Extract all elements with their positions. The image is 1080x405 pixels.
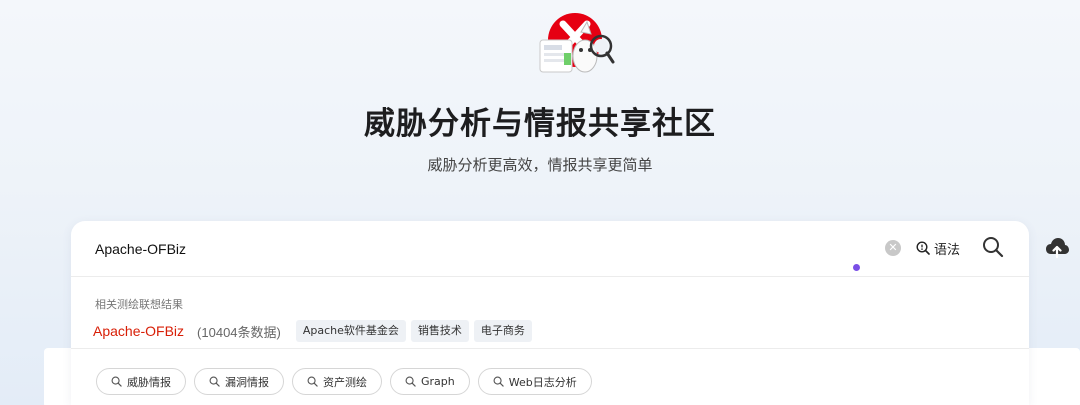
quick-link-threat-intel[interactable]: 威胁情报: [96, 368, 186, 395]
suggestion-heading: 相关测绘联想结果: [95, 298, 183, 311]
quick-link-vuln-intel[interactable]: 漏洞情报: [194, 368, 284, 395]
quick-links: 威胁情报 漏洞情报 资产测绘 Graph Web日志分析: [96, 368, 592, 395]
suggestion-count: (10404条数据): [197, 324, 281, 340]
search-icon: [493, 376, 504, 387]
search-icon: [307, 376, 318, 387]
quick-link-label: Graph: [421, 375, 455, 388]
syntax-label: 语法: [934, 242, 961, 258]
suggestion-tags: Apache软件基金会 销售技术 电子商务: [295, 320, 532, 342]
quick-link-asset-mapping[interactable]: 资产测绘: [292, 368, 382, 395]
quick-link-label: 威胁情报: [127, 375, 171, 389]
search-icon: [405, 376, 416, 387]
search-icon: [111, 376, 122, 387]
quick-link-label: 资产测绘: [323, 375, 367, 389]
quick-link-label: 漏洞情报: [225, 375, 269, 389]
clear-icon[interactable]: ✕: [885, 240, 901, 256]
search-bar: ✕ 语法: [71, 221, 1029, 277]
suggestion-item[interactable]: Apache-OFBiz (10404条数据) Apache软件基金会 销售技术…: [93, 320, 532, 342]
quick-link-graph[interactable]: Graph: [390, 368, 470, 395]
syntax-help-icon: [916, 241, 930, 255]
suggestion-tag: 电子商务: [473, 320, 532, 342]
suggestion-term[interactable]: Apache-OFBiz: [93, 323, 184, 339]
search-input[interactable]: [95, 237, 855, 261]
quick-link-label: Web日志分析: [508, 375, 577, 389]
mascot-logo-icon: [535, 10, 615, 80]
search-icon[interactable]: [981, 235, 1005, 259]
loading-indicator: [853, 264, 860, 271]
search-panel: ✕ 语法 相关测绘联想结果 Apache-OFBiz (10404条数据) Ap…: [71, 221, 1029, 405]
page-title: 威胁分析与情报共享社区: [364, 106, 716, 142]
cloud-upload-icon[interactable]: [1044, 235, 1070, 261]
suggestion-tag: 销售技术: [410, 320, 469, 342]
divider: [71, 348, 1029, 349]
suggestion-tag: Apache软件基金会: [295, 320, 406, 342]
syntax-button[interactable]: 语法: [916, 238, 960, 258]
page-subtitle: 威胁分析更高效，情报共享更简单: [427, 156, 653, 174]
quick-link-web-log-analysis[interactable]: Web日志分析: [477, 368, 592, 395]
search-icon: [209, 376, 220, 387]
